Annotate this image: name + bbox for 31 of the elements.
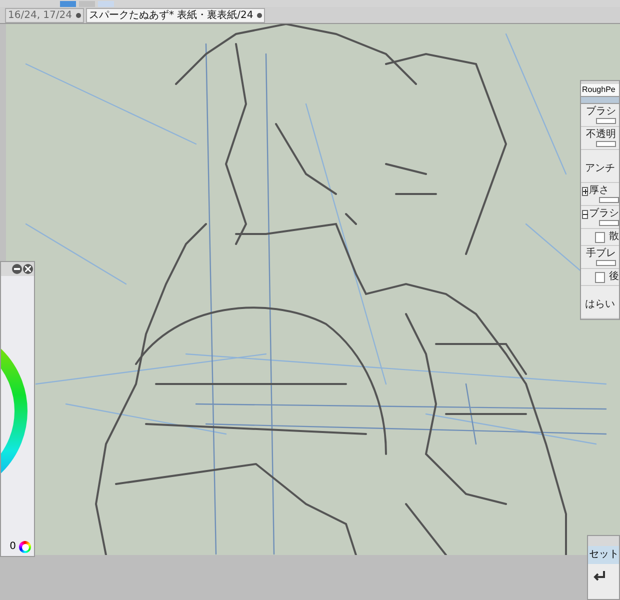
- setting-label: 厚さ: [589, 185, 610, 197]
- slider-track[interactable]: [599, 197, 619, 203]
- setting-label: 手ブレ: [586, 248, 617, 260]
- collapse-icon[interactable]: [582, 210, 588, 219]
- slider-track[interactable]: [596, 118, 616, 124]
- expand-icon[interactable]: [582, 187, 588, 196]
- slider-track[interactable]: [596, 260, 616, 266]
- setting-label: アンチ: [585, 163, 615, 174]
- color-wheel-icon[interactable]: [19, 541, 31, 553]
- panel-tab[interactable]: セット: [588, 546, 619, 564]
- document-tab[interactable]: 16/24, 17/24: [5, 8, 84, 23]
- setting-label: 後: [609, 271, 619, 283]
- panel-grip[interactable]: [588, 536, 619, 546]
- document-tab[interactable]: スパークたぬあず* 表紙・裏表紙/24: [86, 8, 266, 23]
- setting-label: 不透明: [586, 129, 617, 141]
- panel-grip[interactable]: [581, 81, 619, 84]
- minimize-icon[interactable]: [12, 264, 22, 274]
- tab-close-icon[interactable]: [257, 13, 262, 18]
- setting-label: ブラシ: [586, 106, 617, 118]
- close-icon[interactable]: [23, 264, 33, 274]
- tab-close-icon[interactable]: [76, 13, 81, 18]
- slider-track[interactable]: [599, 220, 619, 226]
- brush-name: RoughPe: [581, 84, 619, 96]
- setting-label: はらい: [585, 299, 615, 310]
- setting-label: ブラシ: [589, 208, 619, 220]
- checkbox[interactable]: [595, 232, 605, 242]
- slider-track[interactable]: [596, 141, 616, 147]
- setting-label: 散: [609, 231, 619, 243]
- undo-arrow-icon[interactable]: [592, 570, 606, 582]
- checkbox[interactable]: [595, 272, 605, 282]
- color-value: 0: [10, 541, 16, 553]
